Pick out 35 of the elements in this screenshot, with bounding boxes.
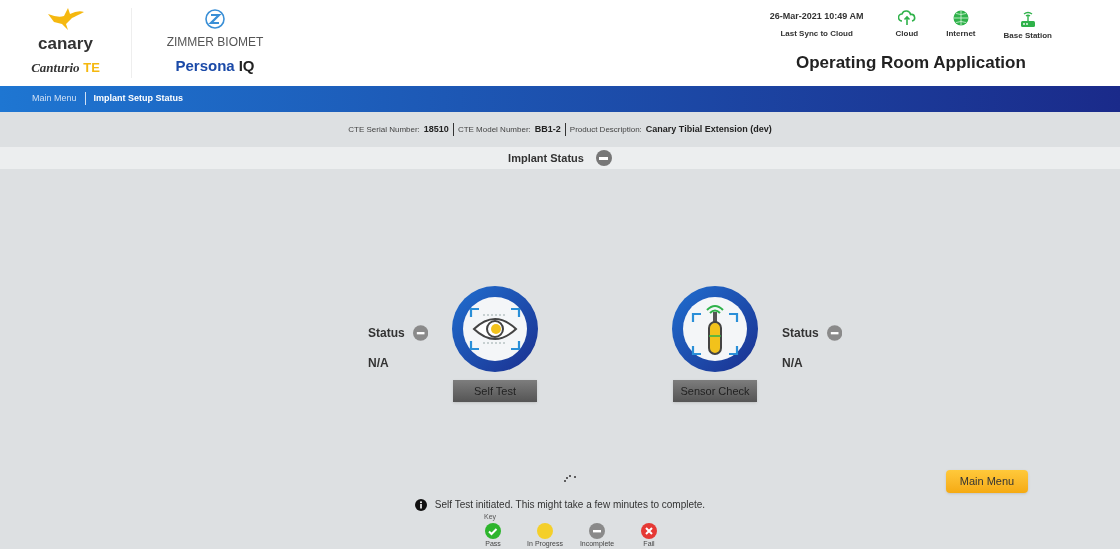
status-value: N/A <box>782 355 804 372</box>
product-logo: Canturio TE <box>31 59 100 77</box>
loading-spinner-icon <box>563 474 577 482</box>
info-value: Canary Tibial Extension (dev) <box>645 123 772 136</box>
z-logo-icon <box>205 8 225 29</box>
partner-brand: ZIMMER BIOMET <box>166 33 264 51</box>
test-button[interactable]: Sensor Check <box>673 380 757 402</box>
main-menu-button[interactable]: Main Menu <box>946 470 1028 493</box>
status-value: N/A <box>368 355 390 372</box>
router-icon <box>1018 10 1037 28</box>
info-label: CTE Serial Number: <box>348 123 420 136</box>
cloud-upload-icon <box>897 10 916 26</box>
info-label: CTE Model Number: <box>457 123 531 136</box>
section-title: Implant Status <box>508 150 584 166</box>
info-value: 18510 <box>423 123 449 136</box>
app-title: Operating Room Application <box>796 52 1026 74</box>
info-icon <box>414 498 427 511</box>
breadcrumb-link[interactable]: Main Menu <box>32 92 77 106</box>
collapse-button[interactable] <box>595 150 612 167</box>
sync-label: Last Sync to Cloud <box>780 27 853 40</box>
test-button[interactable]: Self Test <box>453 380 537 402</box>
info-label: Product Description: <box>569 123 642 136</box>
brand-name: canary <box>38 34 93 54</box>
globe-icon <box>952 10 969 26</box>
status-message: Self Test initiated. This might take a few minutes to complete. <box>434 498 706 512</box>
status-label: Status <box>368 325 405 342</box>
status-label: Status <box>782 325 819 342</box>
info-value: BB1-2 <box>534 123 561 136</box>
connection-label: Base Station <box>1003 30 1052 42</box>
breadcrumb-link[interactable]: Implant Setup Status <box>93 92 184 106</box>
connection-label: Cloud <box>895 28 919 40</box>
partner-product-logo: Persona IQ <box>175 55 255 76</box>
connection-label: Internet <box>946 28 976 40</box>
sync-timestamp: 26-Mar-2021 10:49 AM <box>769 10 864 23</box>
eye-scan-icon <box>469 307 521 351</box>
